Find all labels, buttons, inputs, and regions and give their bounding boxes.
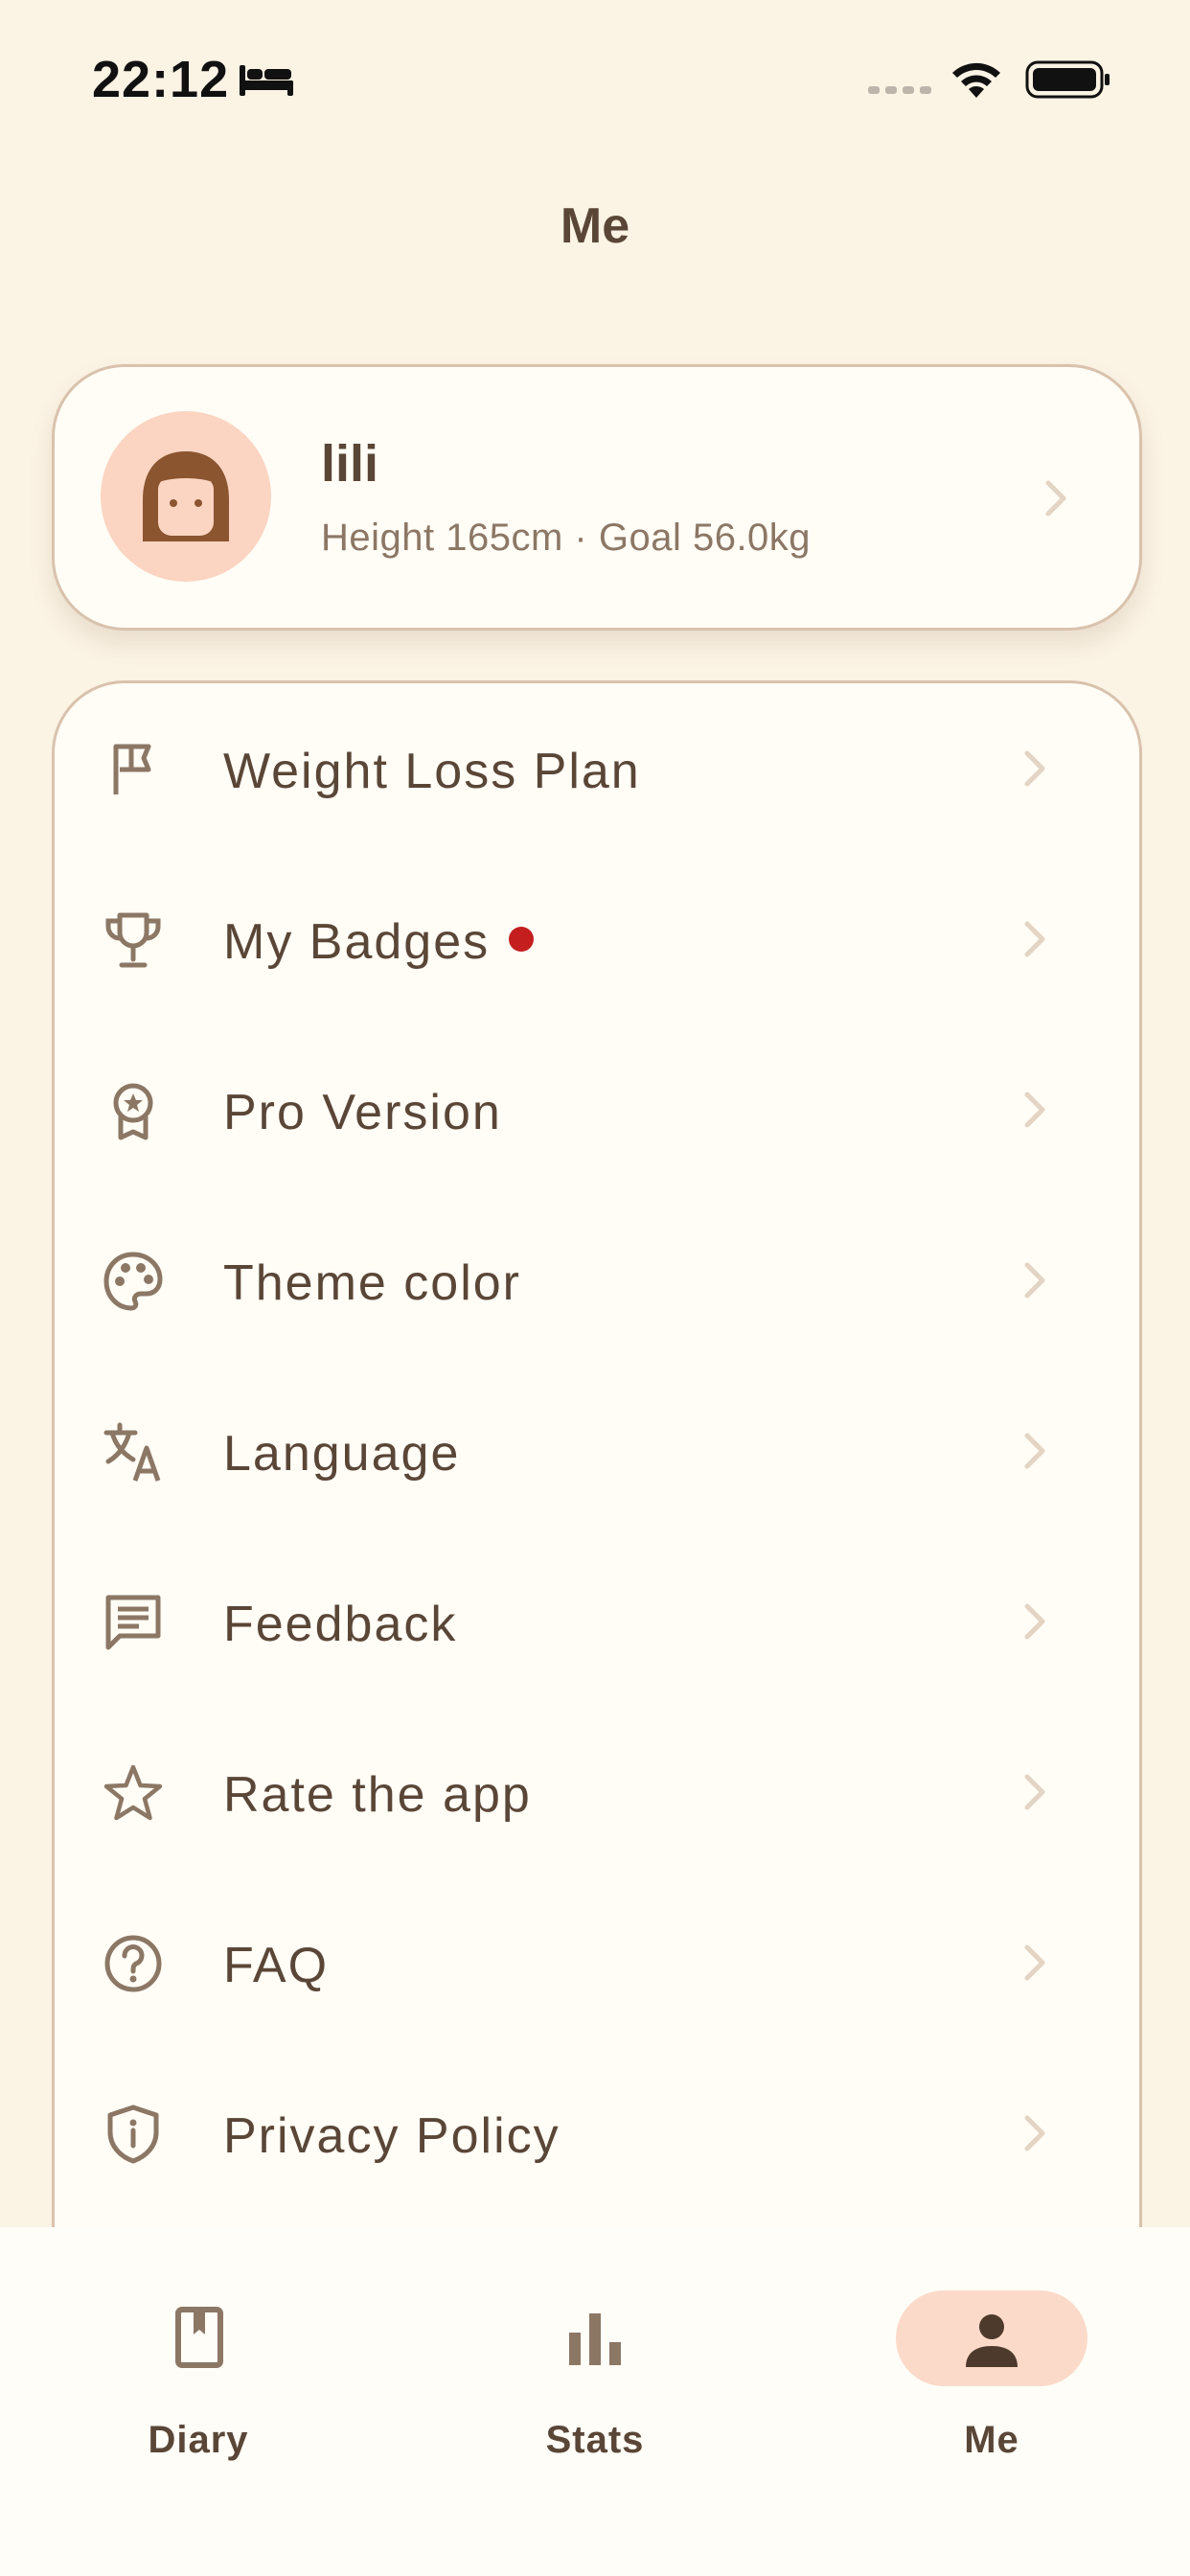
status-bar: 22:12 <box>0 0 1190 153</box>
nav-label: Me <box>964 2419 1019 2461</box>
settings-menu: Weight Loss Plan My Badges Pro Version T… <box>52 680 1142 2315</box>
menu-label: My Badges <box>223 913 535 971</box>
girl-avatar-icon <box>143 451 229 541</box>
chevron-right-icon <box>1024 1092 1045 1128</box>
chevron-right-icon <box>1024 1774 1045 1810</box>
menu-item-my-badges[interactable]: My Badges <box>55 854 1139 1024</box>
nav-tab-me[interactable]: Me <box>848 2266 1135 2461</box>
award-icon <box>113 1083 153 1140</box>
menu-item-faq[interactable]: FAQ <box>55 1877 1139 2048</box>
chevron-right-icon <box>1024 1262 1045 1299</box>
star-icon <box>103 1764 163 1821</box>
menu-label: FAQ <box>223 1938 330 1993</box>
avatar <box>101 411 271 582</box>
bottom-navigation: Diary Stats Me <box>0 2227 1190 2576</box>
menu-item-theme-color[interactable]: Theme color <box>55 1195 1139 1366</box>
chevron-right-icon <box>1045 480 1066 517</box>
translate-icon <box>103 1422 161 1482</box>
chevron-right-icon <box>1024 1603 1045 1640</box>
status-time: 22:12 <box>92 51 230 108</box>
page-title: Me <box>560 198 630 254</box>
menu-item-feedback[interactable]: Feedback <box>55 1536 1139 1707</box>
menu-label: Theme color <box>223 1255 521 1311</box>
menu-label: Privacy Policy <box>223 2108 561 2164</box>
profile-card[interactable]: lili Height 165cm · Goal 56.0kg <box>52 364 1142 631</box>
notification-dot <box>509 927 535 953</box>
menu-label: Rate the app <box>223 1767 532 1823</box>
nav-tab-stats[interactable]: Stats <box>451 2266 739 2461</box>
book-icon <box>175 2307 223 2368</box>
nav-label: Diary <box>148 2419 249 2461</box>
person-icon <box>966 2314 1018 2367</box>
wifi-icon <box>952 62 1000 98</box>
menu-item-privacy-policy[interactable]: Privacy Policy <box>55 2048 1139 2219</box>
chevron-right-icon <box>1024 750 1045 787</box>
menu-label: Feedback <box>223 1597 458 1652</box>
menu-item-rate-the-app[interactable]: Rate the app <box>55 1707 1139 1877</box>
menu-label: Weight Loss Plan <box>223 744 641 799</box>
chevron-right-icon <box>1024 2115 1045 2151</box>
menu-item-pro-version[interactable]: Pro Version <box>55 1024 1139 1195</box>
menu-label: Pro Version <box>223 1085 502 1140</box>
menu-item-language[interactable]: Language <box>55 1366 1139 1536</box>
chevron-right-icon <box>1024 1433 1045 1469</box>
profile-name: lili <box>321 435 379 493</box>
nav-label: Stats <box>545 2419 645 2461</box>
menu-item-weight-loss-plan[interactable]: Weight Loss Plan <box>55 683 1139 854</box>
nav-tab-diary[interactable]: Diary <box>55 2266 342 2461</box>
bar-chart-icon <box>569 2313 621 2365</box>
help-icon <box>104 1935 162 1992</box>
menu-label: Language <box>223 1426 461 1482</box>
chevron-right-icon <box>1024 921 1045 957</box>
shield-icon <box>107 2104 159 2164</box>
palette-icon <box>103 1252 163 1311</box>
sleep-focus-icon <box>240 65 293 96</box>
profile-details: Height 165cm · Goal 56.0kg <box>321 517 812 559</box>
battery-icon <box>1025 60 1110 99</box>
feedback-icon <box>105 1595 161 1650</box>
cellular-signal-icon <box>868 86 931 94</box>
trophy-icon <box>105 912 161 968</box>
chevron-right-icon <box>1024 1944 1045 1981</box>
flag-icon <box>113 744 151 794</box>
